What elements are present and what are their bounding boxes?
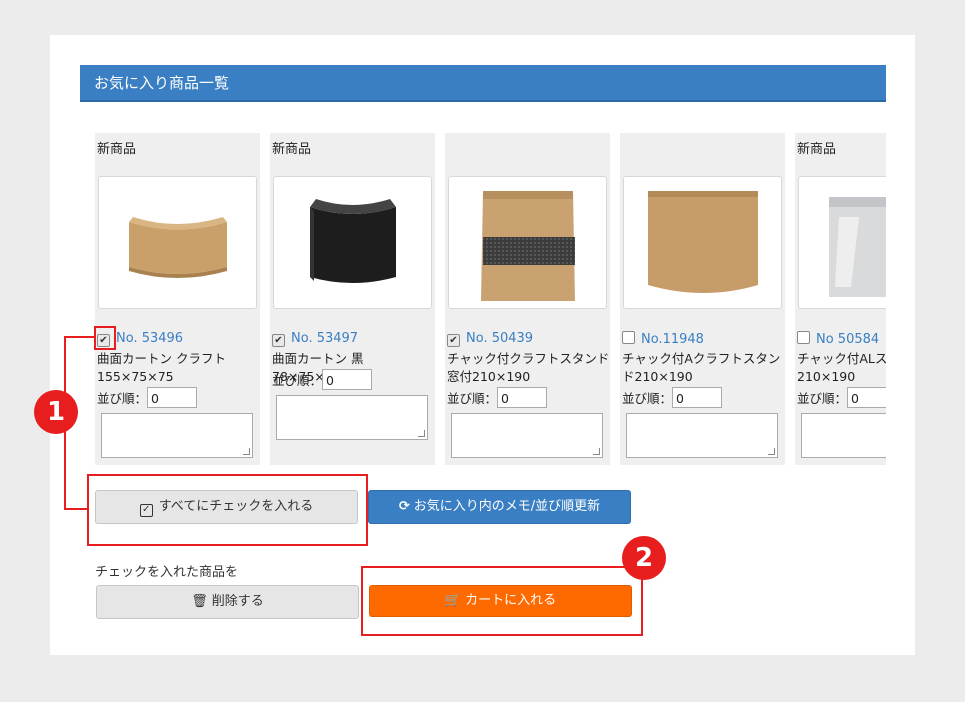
- product-card: 新商品 ✔ No. 53496 曲面カートン クラフト 155×75×75 並び順…: [95, 133, 260, 465]
- product-checkbox[interactable]: ✔: [272, 334, 285, 347]
- product-check-row: ✔ No. 53496: [97, 331, 183, 347]
- product-number-link[interactable]: No. 53497: [291, 331, 358, 346]
- product-check-row: ✔ No. 50439: [447, 331, 533, 347]
- kraft-window-pouch-image: [481, 191, 575, 301]
- sort-order-input[interactable]: 0: [497, 387, 548, 408]
- product-checkbox[interactable]: ✔: [447, 334, 460, 347]
- add-to-cart-button[interactable]: 🛒 カートに入れる: [369, 585, 632, 617]
- product-number-link[interactable]: No.11948: [641, 332, 704, 347]
- new-badge: 新商品: [272, 142, 312, 157]
- sort-order-label: 並び順：: [97, 391, 148, 406]
- sort-order-label: 並び順：: [272, 373, 323, 388]
- memo-textarea[interactable]: [451, 413, 603, 458]
- sort-order-row: 並び順： 0: [447, 387, 548, 408]
- product-image[interactable]: [448, 176, 607, 309]
- delete-label: 削除する: [211, 594, 264, 609]
- page-title: お気に入り商品一覧: [80, 65, 886, 102]
- new-badge: 新商品: [797, 142, 837, 157]
- product-card: No.11948 チャック付Aクラフトスタンド210×190 並び順： 0: [620, 133, 785, 465]
- product-check-row: No.11948: [622, 331, 704, 347]
- product-name: チャック付ALスタンド210×190: [797, 351, 886, 384]
- update-memo-sort-button[interactable]: ⟳ お気に入り内のメモ/並び順更新: [368, 490, 631, 524]
- sort-order-row: 並び順： 0: [622, 387, 723, 408]
- sort-order-label: 並び順：: [447, 391, 498, 406]
- checked-items-label: チェックを入れた商品を: [95, 565, 239, 580]
- product-checkbox[interactable]: [622, 331, 635, 344]
- check-all-label: すべてにチェックを入れる: [158, 499, 314, 514]
- checkbox-icon: ✓: [139, 504, 153, 517]
- product-image[interactable]: [273, 176, 432, 309]
- memo-textarea[interactable]: [801, 413, 886, 458]
- silver-pouch-image: [829, 197, 886, 297]
- product-name: チャック付Aクラフトスタンド210×190: [622, 351, 781, 384]
- memo-textarea[interactable]: [276, 395, 428, 440]
- product-checkbox[interactable]: [797, 331, 810, 344]
- memo-textarea[interactable]: [626, 413, 778, 458]
- product-number-link[interactable]: No 50584: [816, 332, 879, 347]
- sort-order-row: 並び順： 0: [272, 369, 373, 390]
- sort-order-label: 並び順：: [797, 391, 848, 406]
- memo-textarea[interactable]: [101, 413, 253, 458]
- product-check-row: ✔ No. 53497: [272, 331, 358, 347]
- cart-icon: 🛒: [444, 593, 462, 608]
- product-image[interactable]: [798, 176, 886, 309]
- trash-icon: 🗑: [191, 594, 208, 609]
- delete-button[interactable]: 🗑 削除する: [96, 585, 359, 619]
- sort-order-input[interactable]: 0: [147, 387, 198, 408]
- product-image[interactable]: [98, 176, 257, 309]
- product-name: 曲面カートン クラフト 155×75×75: [97, 351, 226, 384]
- new-badge: 新商品: [97, 142, 137, 157]
- product-image[interactable]: [623, 176, 782, 309]
- sort-order-label: 並び順：: [622, 391, 673, 406]
- kraft-carton-image: [129, 217, 227, 278]
- sort-order-input[interactable]: 0: [847, 387, 886, 408]
- product-card: 新商品 No 50584 チャック付ALスタンド210×190 並び順：0: [795, 133, 886, 465]
- kraft-pouch-image: [648, 191, 758, 293]
- sort-order-row: 並び順： 0: [797, 387, 886, 408]
- product-check-row: No 50584: [797, 331, 879, 347]
- black-carton-image: [310, 199, 396, 283]
- product-name: チャック付クラフトスタンド窓付210×190: [447, 351, 610, 384]
- product-card: 新商品 ✔ No. 53497 曲面カートン 黒 78×75×75 並び順： 0: [270, 133, 435, 465]
- product-card-list: 新商品 ✔ No. 53496 曲面カートン クラフト 155×75×75 並び順…: [95, 133, 886, 465]
- product-card: ✔ No. 50439 チャック付クラフトスタンド窓付210×190 並び順： 0: [445, 133, 610, 465]
- annotation-badge-2: 2: [622, 536, 666, 580]
- sort-order-input[interactable]: 0: [672, 387, 723, 408]
- sort-order-row: 並び順： 0: [97, 387, 198, 408]
- add-to-cart-label: カートに入れる: [465, 593, 557, 608]
- sort-order-input[interactable]: 0: [322, 369, 373, 390]
- product-number-link[interactable]: No. 53496: [116, 331, 183, 346]
- product-number-link[interactable]: No. 50439: [466, 331, 533, 346]
- product-checkbox[interactable]: ✔: [97, 334, 110, 347]
- update-memo-sort-label: お気に入り内のメモ/並び順更新: [413, 499, 601, 514]
- refresh-icon: ⟳: [398, 499, 410, 514]
- annotation-badge-1: 1: [34, 390, 78, 434]
- check-all-button[interactable]: ✓ すべてにチェックを入れる: [95, 490, 358, 524]
